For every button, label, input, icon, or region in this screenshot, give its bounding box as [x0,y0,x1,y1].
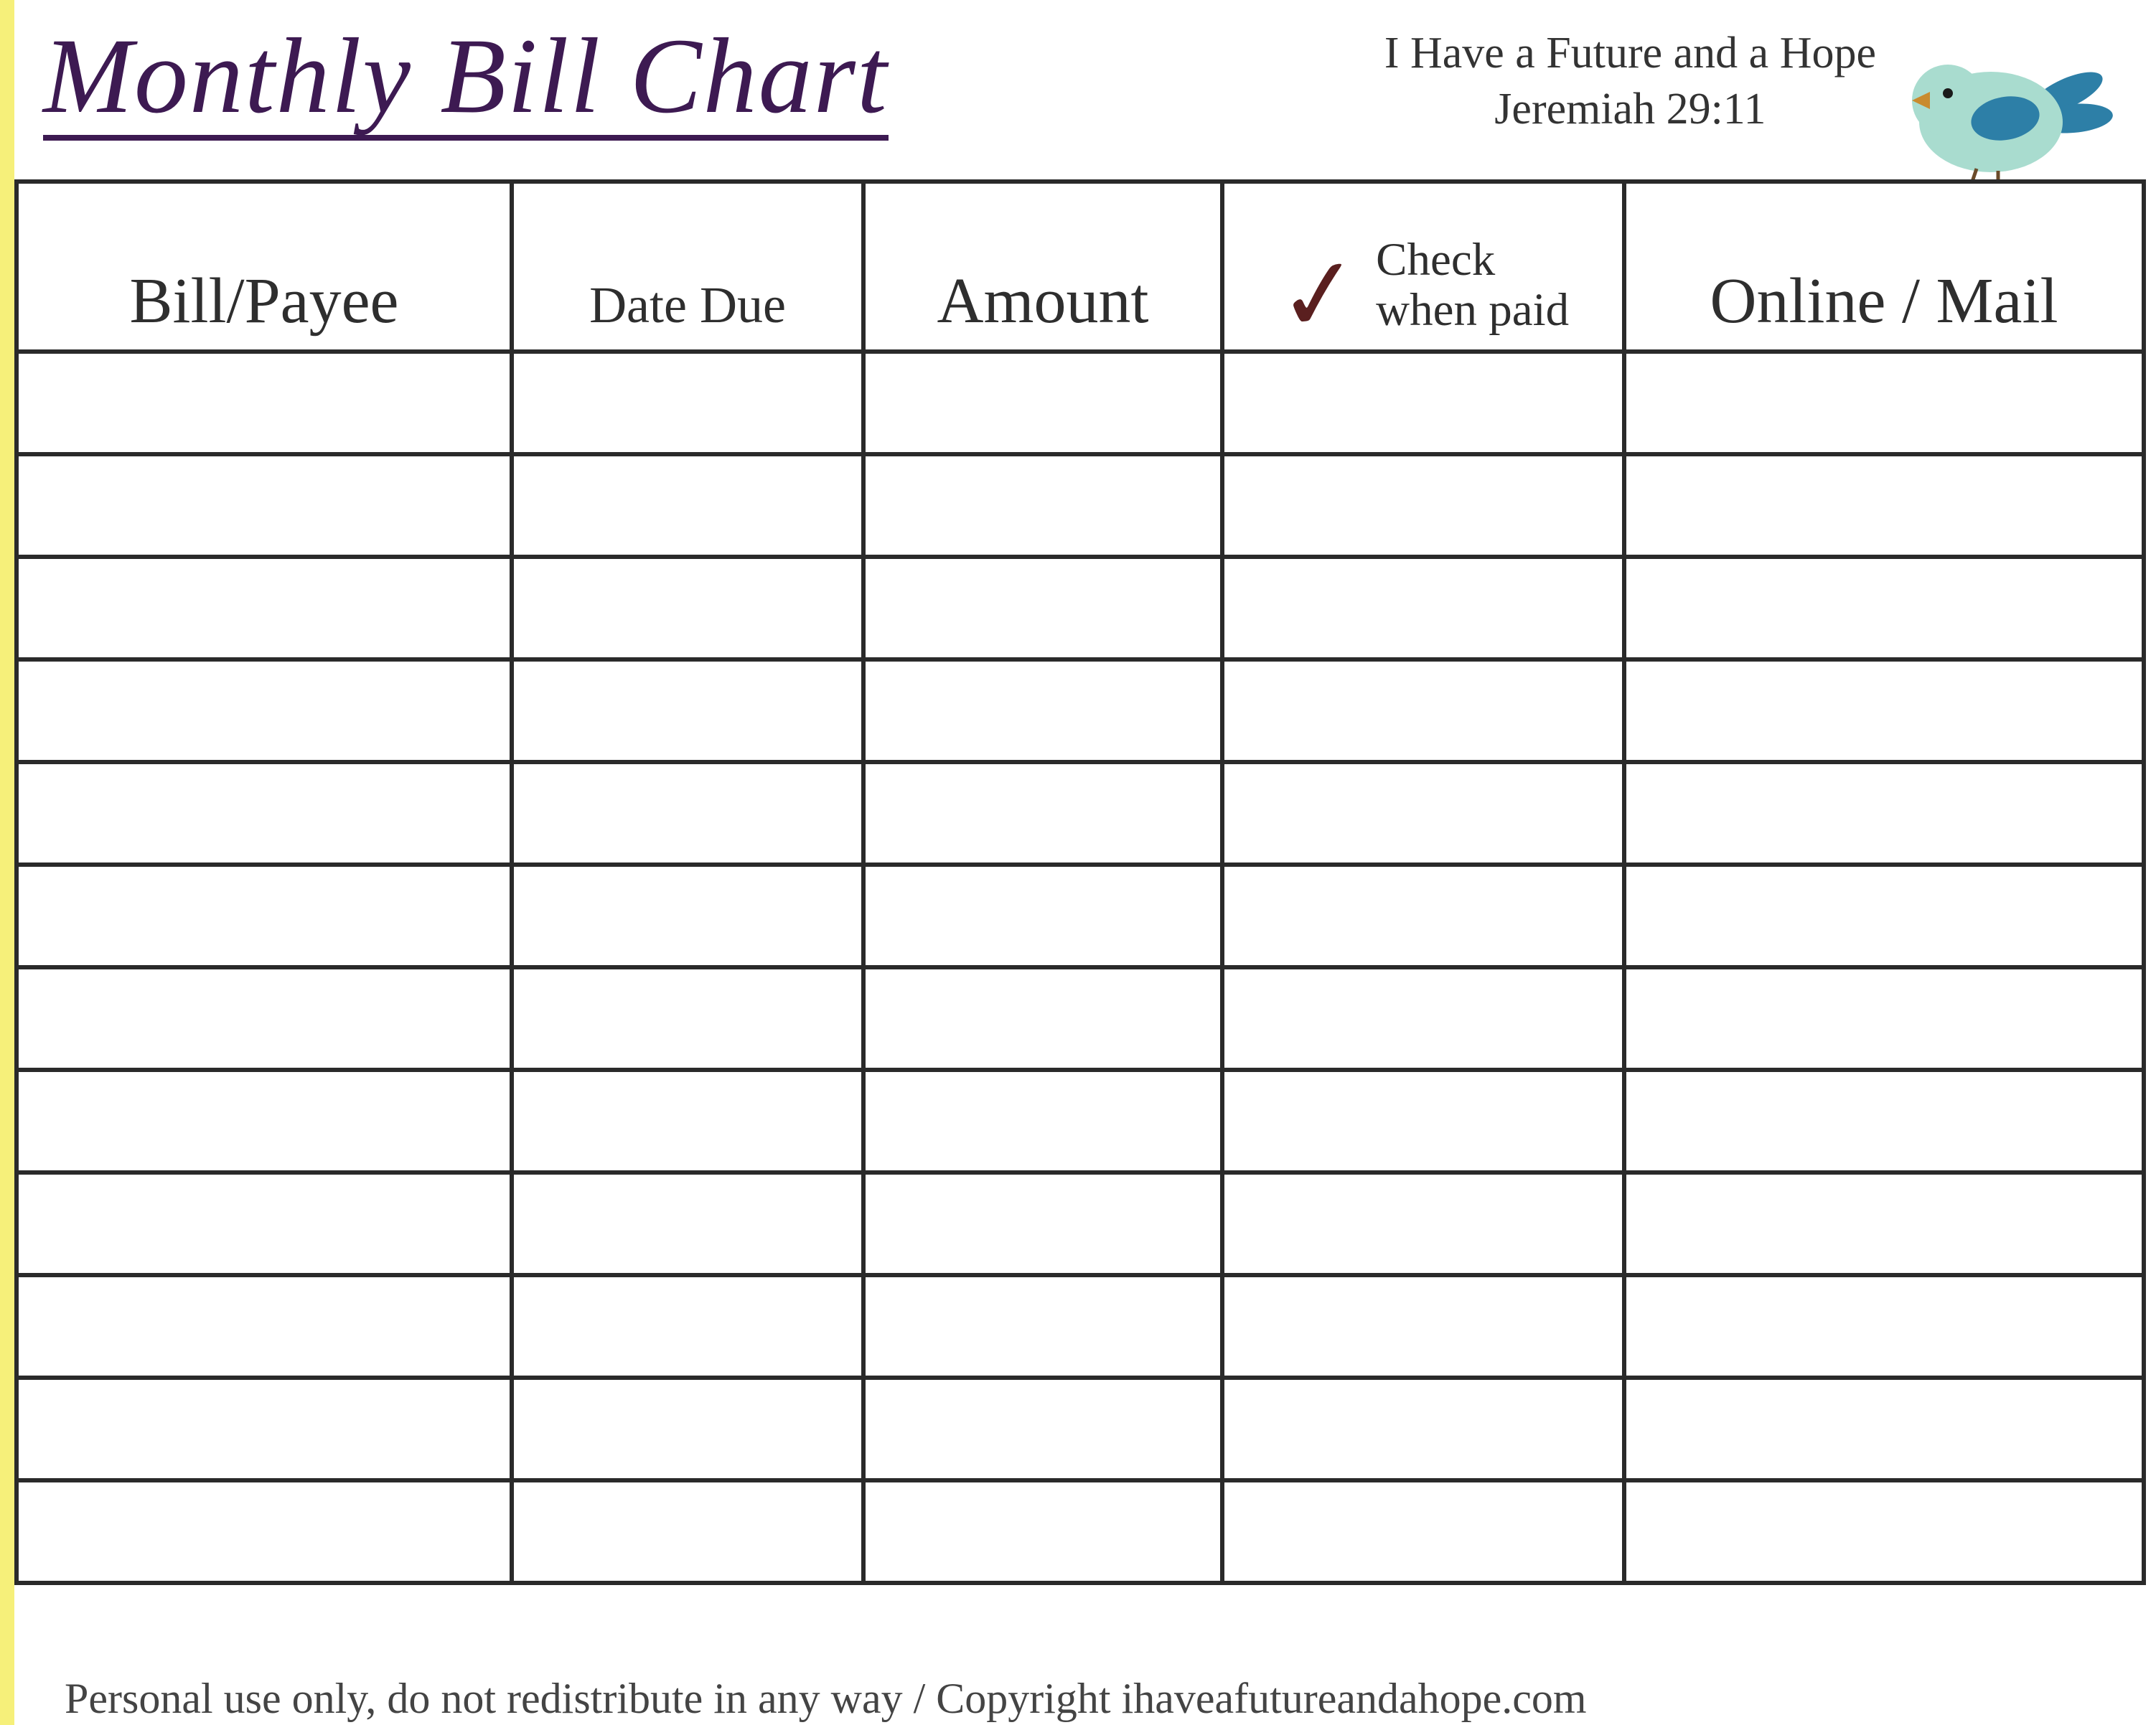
table-cell[interactable] [17,967,512,1070]
table-cell[interactable] [1222,1275,1624,1378]
header-area: Monthly Bill Chart I Have a Future and a… [14,0,2142,179]
table-cell[interactable] [1222,352,1624,454]
table-cell[interactable] [17,1070,512,1172]
table-row [17,659,2144,762]
table-cell[interactable] [1624,454,2144,557]
table-cell[interactable] [1624,1378,2144,1480]
table-cell[interactable] [863,762,1222,865]
col-header-bill-payee: Bill/Payee [17,182,512,352]
table-row [17,454,2144,557]
table-cell[interactable] [1624,659,2144,762]
table-cell[interactable] [1222,557,1624,659]
table-cell[interactable] [512,865,863,967]
table-cell[interactable] [1222,967,1624,1070]
table-header-row: Bill/Payee Date Due Amount ✓ Check when … [17,182,2144,352]
table-row [17,762,2144,865]
table-cell[interactable] [17,659,512,762]
table-cell[interactable] [1624,762,2144,865]
scripture-quote: I Have a Future and a Hope Jeremiah 29:1… [1384,26,1876,137]
table-cell[interactable] [863,557,1222,659]
table-cell[interactable] [1624,967,2144,1070]
table-cell[interactable] [17,1378,512,1480]
table-cell[interactable] [17,454,512,557]
table-row [17,865,2144,967]
table-row [17,352,2144,454]
bird-icon [1898,50,2113,194]
table-cell[interactable] [863,1480,1222,1583]
table-body [17,352,2144,1583]
table-cell[interactable] [512,454,863,557]
table-row [17,1070,2144,1172]
document: Monthly Bill Chart I Have a Future and a… [14,0,2142,1725]
quote-line-2: Jeremiah 29:11 [1384,82,1876,138]
left-accent-strip [0,0,14,1725]
quote-line-1: I Have a Future and a Hope [1384,26,1876,82]
table-cell[interactable] [512,967,863,1070]
table-cell[interactable] [863,1275,1222,1378]
col-header-amount: Amount [863,182,1222,352]
page-title: Monthly Bill Chart [43,20,889,141]
table-cell[interactable] [512,352,863,454]
table-cell[interactable] [17,762,512,865]
table-cell[interactable] [1624,1070,2144,1172]
table-cell[interactable] [1222,1378,1624,1480]
table-cell[interactable] [512,557,863,659]
table-cell[interactable] [512,1070,863,1172]
table-cell[interactable] [512,1275,863,1378]
table-cell[interactable] [1624,352,2144,454]
table-cell[interactable] [17,1172,512,1275]
table-cell[interactable] [863,967,1222,1070]
table-cell[interactable] [1624,1480,2144,1583]
table-cell[interactable] [863,865,1222,967]
table-cell[interactable] [1624,865,2144,967]
table-cell[interactable] [1222,865,1624,967]
table-cell[interactable] [863,1172,1222,1275]
table-cell[interactable] [17,557,512,659]
table-cell[interactable] [1222,1480,1624,1583]
col-header-date-due: Date Due [512,182,863,352]
table-cell[interactable] [1222,659,1624,762]
table-cell[interactable] [512,659,863,762]
table-cell[interactable] [1222,454,1624,557]
table-cell[interactable] [1222,1172,1624,1275]
check-when-paid-label: Check when paid [1376,235,1569,335]
table-cell[interactable] [863,454,1222,557]
table-cell[interactable] [17,865,512,967]
col-header-check-when-paid: ✓ Check when paid [1222,182,1624,352]
table-cell[interactable] [863,352,1222,454]
table-cell[interactable] [1624,1275,2144,1378]
table-cell[interactable] [863,659,1222,762]
table-row [17,1172,2144,1275]
table-cell[interactable] [863,1070,1222,1172]
table-cell[interactable] [863,1378,1222,1480]
table-cell[interactable] [512,1378,863,1480]
table-row [17,1480,2144,1583]
table-row [17,1378,2144,1480]
table-cell[interactable] [17,352,512,454]
table-cell[interactable] [17,1480,512,1583]
table-cell[interactable] [512,1480,863,1583]
checkmark-icon: ✓ [1275,262,1364,331]
table-row [17,1275,2144,1378]
table-cell[interactable] [512,1172,863,1275]
table-row [17,967,2144,1070]
table-row [17,557,2144,659]
bill-chart-table: Bill/Payee Date Due Amount ✓ Check when … [14,179,2146,1585]
table-cell[interactable] [1222,762,1624,865]
footer-copyright: Personal use only, do not redistribute i… [65,1674,2117,1724]
table-cell[interactable] [512,762,863,865]
table-cell[interactable] [1624,1172,2144,1275]
table-cell[interactable] [1222,1070,1624,1172]
col-header-online-mail: Online / Mail [1624,182,2144,352]
table-cell[interactable] [1624,557,2144,659]
table-cell[interactable] [17,1275,512,1378]
